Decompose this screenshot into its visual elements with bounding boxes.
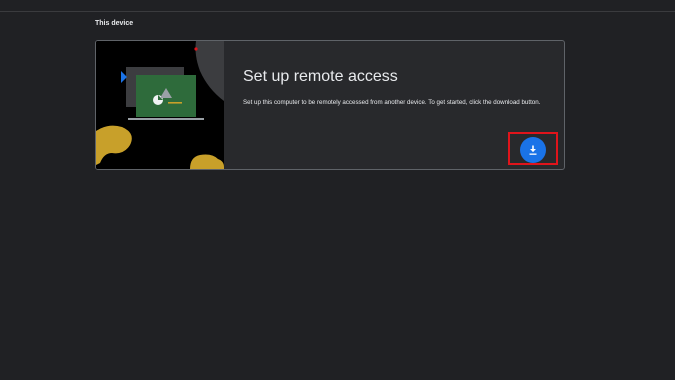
remote-access-illustration [96,41,224,169]
section-title: This device [95,20,134,27]
card-description: Set up this computer to be remotely acce… [243,99,541,106]
download-icon [529,145,537,155]
download-button[interactable] [520,137,546,163]
top-bar [0,0,675,12]
remote-access-card: Set up remote access Set up this compute… [95,40,565,170]
card-title: Set up remote access [243,68,398,85]
